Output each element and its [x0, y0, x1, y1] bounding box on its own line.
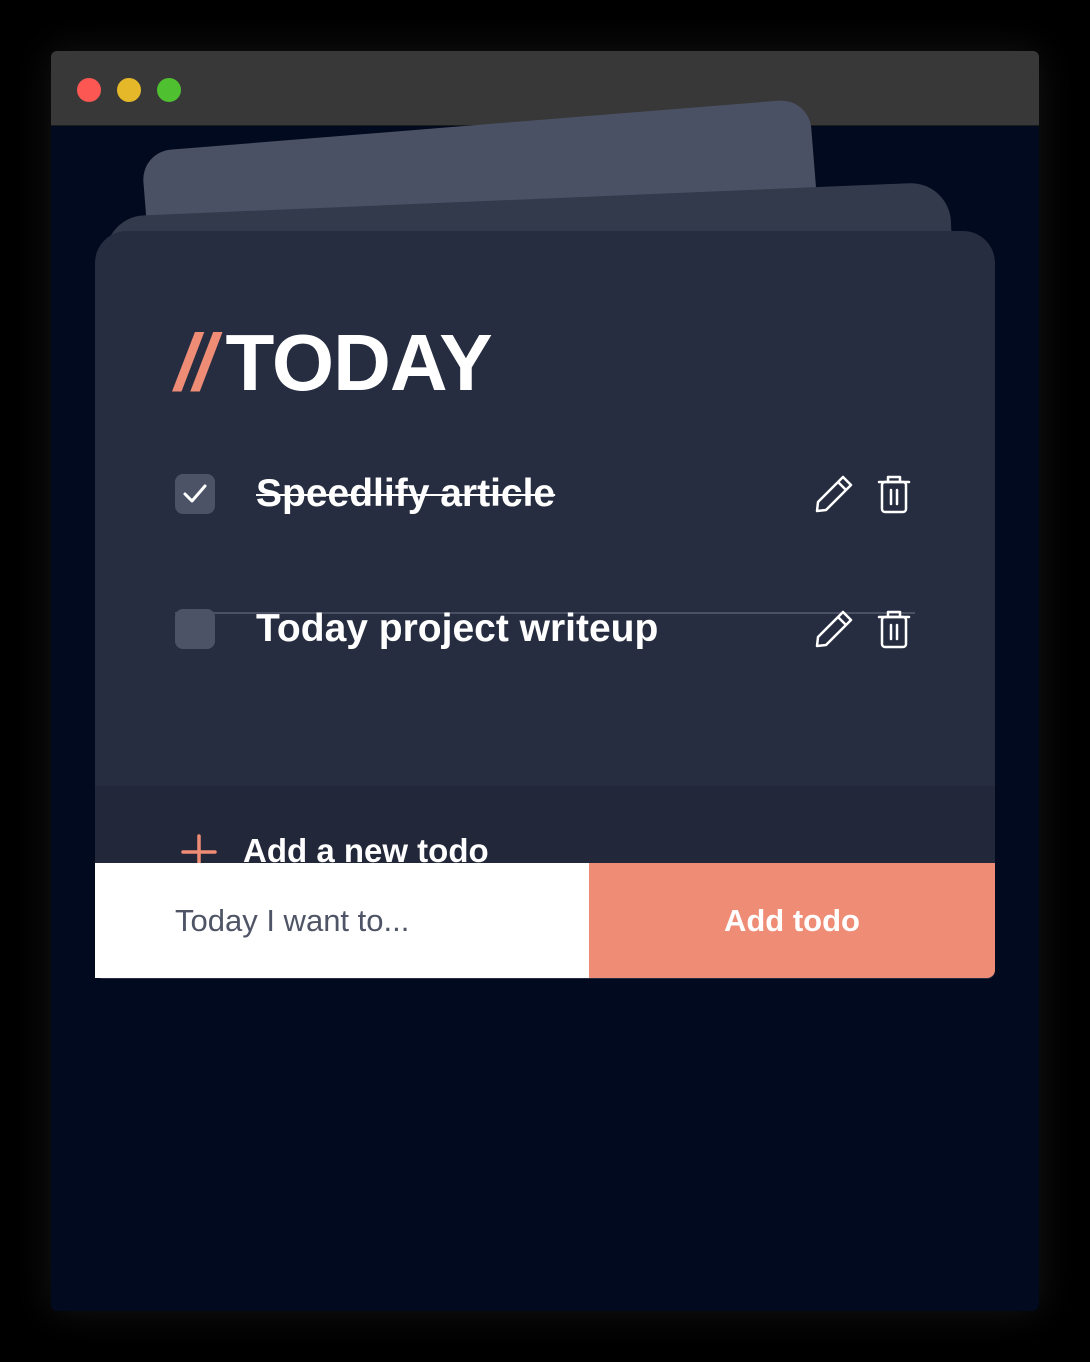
app-window: // TODAY Speedlify article Today project… — [51, 51, 1039, 1311]
page-title: // TODAY — [175, 318, 493, 407]
title-bar — [51, 51, 1039, 126]
title-text: TODAY — [225, 318, 492, 407]
add-todo-button[interactable]: Add todo — [589, 863, 995, 978]
close-window-button[interactable] — [77, 78, 101, 102]
todo-checkbox-unchecked[interactable] — [175, 609, 215, 649]
edit-icon[interactable] — [813, 608, 855, 655]
new-todo-input[interactable] — [95, 863, 589, 978]
todo-label: Today project writeup — [256, 607, 659, 650]
todo-label: Speedlify article — [256, 472, 556, 515]
checkmark-icon — [183, 484, 207, 503]
todo-checkbox-checked[interactable] — [175, 474, 215, 514]
todo-item: Speedlify article — [175, 461, 915, 527]
edit-icon[interactable] — [813, 473, 855, 520]
todo-item: Today project writeup — [175, 596, 915, 662]
trash-icon[interactable] — [877, 474, 911, 519]
trash-icon[interactable] — [877, 609, 911, 654]
zoom-window-button[interactable] — [157, 78, 181, 102]
minimize-window-button[interactable] — [117, 78, 141, 102]
title-prefix: // — [175, 318, 216, 407]
